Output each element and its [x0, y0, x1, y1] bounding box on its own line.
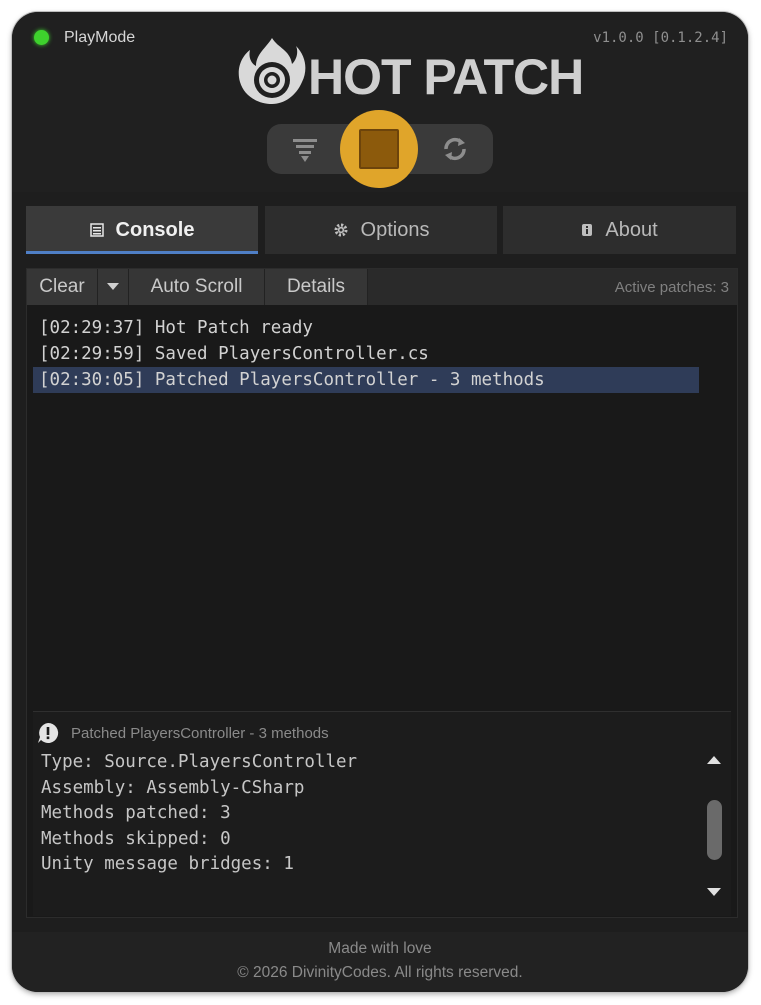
mode-label: PlayMode — [64, 29, 136, 46]
tab-console-label: Console — [115, 218, 195, 241]
scroll-up-arrow-icon[interactable] — [707, 756, 721, 764]
footer-copyright: © 2026 DivinityCodes. All rights reserve… — [237, 964, 523, 981]
chevron-down-icon — [107, 283, 119, 290]
info-icon — [582, 224, 593, 236]
scrollbar-thumb[interactable] — [707, 800, 722, 860]
auto-scroll-toggle[interactable]: Auto Scroll — [129, 269, 265, 305]
stop-icon — [359, 129, 399, 169]
clear-button[interactable]: Clear — [27, 269, 98, 305]
console-icon — [89, 223, 104, 237]
active-patches-count: Active patches: 3 — [614, 279, 729, 296]
hot-patch-logo-icon — [238, 38, 306, 104]
details-toggle[interactable]: Details — [265, 269, 368, 305]
scroll-down-arrow-icon[interactable] — [707, 888, 721, 896]
tab-options-label: Options — [360, 218, 430, 241]
details-header: Patched PlayersController - 3 methods — [33, 720, 713, 746]
detail-line-methods-skipped: Methods skipped: 0 — [41, 828, 231, 849]
tab-options[interactable]: Options — [265, 206, 497, 254]
footer-made-with-love: Made with love — [328, 940, 432, 957]
log-entry[interactable]: [02:29:37] Hot Patch ready — [33, 315, 313, 341]
footer: Made with love © 2026 DivinityCodes. All… — [12, 932, 748, 992]
console-panel: Clear Auto Scroll Details Active patches… — [26, 268, 738, 918]
details-pane: Patched PlayersController - 3 methods Ty… — [33, 711, 731, 916]
hot-patch-window: PlayMode v1.0.0 [0.1.2.4] HOT PATCH Cons… — [12, 12, 748, 992]
refresh-button[interactable] — [425, 124, 485, 174]
gear-icon — [334, 223, 348, 237]
stop-button[interactable] — [340, 110, 418, 188]
tab-about-label: About — [605, 218, 658, 241]
log-entry[interactable]: [02:29:59] Saved PlayersController.cs — [33, 341, 429, 367]
detail-line-type: Type: Source.PlayersController — [41, 752, 358, 772]
detail-line-methods-patched: Methods patched: 3 — [41, 803, 231, 823]
tab-about[interactable]: About — [503, 206, 736, 254]
tab-bar: Console Options About — [26, 206, 736, 254]
details-scrollbar[interactable] — [703, 750, 725, 900]
playmode-status-indicator — [34, 30, 49, 45]
header: PlayMode v1.0.0 [0.1.2.4] HOT PATCH — [12, 12, 748, 192]
detail-line-message-bridges: Unity message bridges: 1 — [41, 854, 294, 874]
clear-options-dropdown[interactable] — [98, 269, 129, 305]
refresh-icon — [444, 137, 466, 161]
filter-icon — [293, 139, 317, 162]
filter-button[interactable] — [275, 124, 335, 174]
log-list[interactable]: [02:29:37] Hot Patch ready [02:29:59] Sa… — [27, 307, 737, 707]
warning-bubble-icon — [38, 722, 59, 743]
app-title: HOT PATCH — [308, 49, 584, 105]
log-entry-selected[interactable]: [02:30:05] Patched PlayersController - 3… — [33, 367, 699, 393]
version-label: v1.0.0 [0.1.2.4] — [593, 30, 728, 46]
details-body: Type: Source.PlayersController Assembly:… — [41, 750, 357, 878]
details-title: Patched PlayersController - 3 methods — [71, 724, 329, 742]
detail-line-assembly: Assembly: Assembly-CSharp — [41, 777, 305, 798]
console-toolbar: Clear Auto Scroll Details Active patches… — [27, 269, 737, 305]
tab-console[interactable]: Console — [26, 206, 258, 254]
